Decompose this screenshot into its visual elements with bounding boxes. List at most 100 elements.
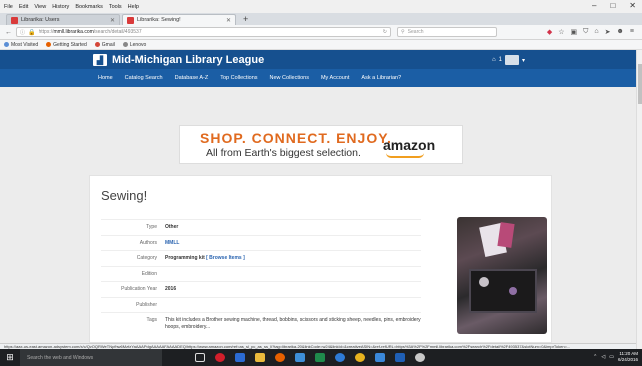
shield-icon[interactable]: ⛉ [583, 28, 588, 36]
menu-file[interactable]: File [4, 4, 13, 10]
chrome-icon[interactable] [355, 353, 365, 362]
hamburger-menu-icon[interactable]: ≡ [630, 28, 634, 36]
close-window-button[interactable]: ✕ [629, 1, 636, 10]
amazon-logo: amazon [383, 137, 436, 153]
photos-icon[interactable] [295, 353, 305, 362]
menu-history[interactable]: History [52, 4, 69, 10]
firefox-icon [46, 42, 52, 47]
firefox-icon[interactable] [275, 353, 285, 362]
author-link[interactable]: MMLL [165, 240, 179, 246]
nav-catalog-search[interactable]: Catalog Search [125, 75, 163, 81]
windows-taskbar: ⊞ Search the web and Windows ⌃ ◁ ▭ 11:20… [0, 349, 642, 366]
home-icon[interactable]: ⌂ [594, 28, 598, 36]
url-bar[interactable]: ⓘ 🔒 https://mmll.librarika.com/search/de… [16, 27, 391, 37]
detail-row-publisher: Publisher [101, 296, 421, 313]
site-title[interactable]: Mid-Michigan Library League [112, 54, 264, 66]
notification-icon[interactable]: ⌂ [492, 57, 496, 63]
bookmark-most-visited[interactable]: Most Visited [4, 42, 38, 48]
search-placeholder: Search [407, 29, 424, 35]
edge-icon[interactable] [335, 353, 345, 362]
chevron-up-icon[interactable]: ⌃ [593, 354, 597, 360]
detail-value: Other [165, 224, 179, 231]
nav-home[interactable]: Home [98, 75, 113, 81]
detail-key: Authors [139, 239, 157, 246]
info-icon[interactable]: ⓘ [20, 29, 25, 36]
menu-tools[interactable]: Tools [109, 4, 122, 10]
bookmark-label: Lenovo [129, 41, 147, 48]
nav-top-collections[interactable]: Top Collections [220, 75, 257, 81]
amazon-ad-banner[interactable]: SHOP. CONNECT. ENJOY. All from Earth's b… [179, 125, 463, 164]
outlook-icon[interactable] [395, 353, 405, 362]
media-player-icon[interactable] [415, 353, 425, 362]
chevron-down-icon[interactable]: ▾ [522, 57, 525, 64]
taskbar-apps [195, 353, 425, 362]
menu-bookmarks[interactable]: Bookmarks [75, 4, 103, 10]
user-avatar[interactable] [504, 55, 519, 65]
close-tab-icon[interactable]: ✕ [226, 17, 231, 24]
scrollbar-thumb[interactable] [638, 64, 642, 104]
word-icon[interactable] [235, 353, 245, 362]
account-area: ⌂ 1 ▾ [492, 55, 525, 65]
detail-row-category: Category Programming kit [ Browse Items … [101, 250, 421, 266]
file-explorer-icon[interactable] [255, 353, 265, 362]
bookmark-lenovo[interactable]: Lenovo [122, 41, 147, 48]
back-arrow-icon[interactable]: ← [4, 29, 13, 36]
browse-items-link[interactable]: [ Browse Items ] [206, 255, 245, 261]
maximize-button[interactable]: □ [610, 1, 615, 10]
clipboard-icon[interactable]: ▣ [571, 28, 578, 36]
bookmark-star-icon[interactable]: ☆ [558, 28, 564, 36]
detail-row-publication-year: Publication Year 2016 [101, 281, 421, 297]
amazon-smile-icon [386, 153, 424, 158]
system-tray: ⌃ ◁ ▭ 11:20 AM 6/24/2016 [593, 351, 638, 363]
tab-librarika-users[interactable]: Librarika: Users ✕ [6, 14, 120, 25]
opera-icon[interactable] [215, 353, 225, 362]
photo-detail [469, 269, 537, 313]
item-cover-image[interactable] [457, 217, 547, 334]
photo-detail [509, 287, 517, 295]
nav-my-account[interactable]: My Account [321, 75, 349, 81]
store-icon[interactable] [375, 353, 385, 362]
detail-key: Publication Year [121, 286, 157, 293]
nav-database-az[interactable]: Database A-Z [175, 75, 209, 81]
category-value: Programming kit [165, 255, 205, 262]
photo-detail [479, 277, 489, 287]
bookmark-getting-started[interactable]: Getting Started [46, 42, 87, 48]
taskbar-search[interactable]: Search the web and Windows [20, 349, 162, 366]
tab-librarika-sewing[interactable]: Librarika: Sewing! ✕ [122, 14, 236, 25]
menu-edit[interactable]: Edit [19, 4, 28, 10]
tab-strip: Librarika: Users ✕ Librarika: Sewing! ✕ … [0, 13, 642, 25]
site-header: ▟ Mid-Michigan Library League ⌂ 1 ▾ Home… [0, 50, 636, 87]
minimize-button[interactable]: – [592, 1, 596, 10]
reload-icon[interactable]: ↻ [383, 29, 387, 35]
vertical-scrollbar[interactable] [636, 50, 642, 349]
folder-icon [4, 42, 9, 47]
site-nav: Home Catalog Search Database A-Z Top Col… [0, 69, 636, 87]
menu-help[interactable]: Help [128, 4, 139, 10]
close-tab-icon[interactable]: ✕ [110, 17, 115, 24]
url-text: https://mmll.librarika.com/search/detail… [39, 29, 380, 35]
excel-icon[interactable] [315, 353, 325, 362]
search-bar[interactable]: ⚲ Search [397, 27, 497, 37]
ad-subline: All from Earth's biggest selection. [206, 147, 361, 159]
taskbar-clock[interactable]: 11:20 AM 6/24/2016 [618, 351, 638, 363]
detail-key: Publisher [136, 301, 157, 308]
library-logo-icon[interactable]: ▟ [93, 54, 107, 66]
send-icon[interactable]: ➤ [605, 28, 611, 36]
bookmark-gmail[interactable]: Gmail [94, 41, 115, 48]
clock-date: 6/24/2016 [617, 357, 638, 362]
speaker-icon[interactable]: ◁ [601, 354, 605, 360]
url-host: mmll.librarika.com [53, 29, 94, 35]
smiley-icon[interactable]: ☻ [617, 28, 624, 36]
nav-new-collections[interactable]: New Collections [270, 75, 309, 81]
task-view-icon[interactable] [195, 353, 205, 362]
windows-start-icon[interactable]: ⊞ [0, 349, 20, 366]
bookmark-label: Gmail [101, 41, 115, 48]
menu-view[interactable]: View [34, 4, 46, 10]
navigation-toolbar: ← ⓘ 🔒 https://mmll.librarika.com/search/… [0, 25, 642, 40]
item-details-table: Type Other Authors MMLL Category Program… [101, 219, 421, 336]
new-tab-button[interactable]: + [238, 14, 253, 25]
message-icon[interactable]: ▭ [609, 354, 614, 360]
nav-ask-librarian[interactable]: Ask a Librarian? [361, 75, 401, 81]
detail-row-authors: Authors MMLL [101, 234, 421, 251]
pocket-icon[interactable]: ◆ [547, 28, 552, 36]
